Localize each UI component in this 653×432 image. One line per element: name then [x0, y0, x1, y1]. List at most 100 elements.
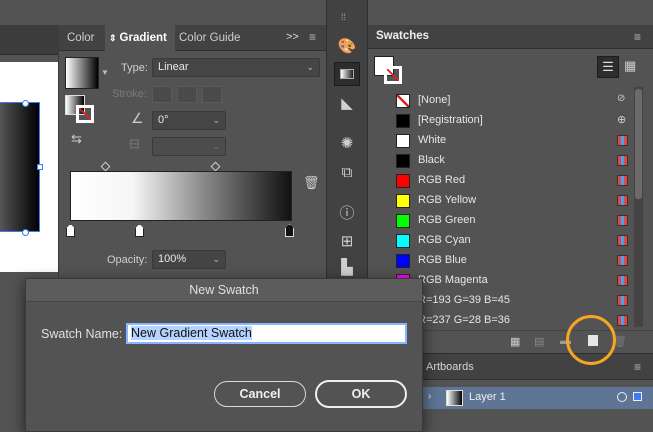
gradient-slider[interactable]: [70, 171, 292, 221]
swatches-header: Swatches ≡: [368, 25, 653, 49]
swatch-row[interactable]: RGB Green: [374, 211, 632, 231]
color-type-icon: [617, 235, 628, 246]
palette-icon[interactable]: 🎨: [334, 34, 360, 58]
angle-value: 0°: [158, 114, 169, 126]
stroke-none-indicator[interactable]: [76, 105, 94, 123]
highlight-circle: [566, 315, 616, 365]
swatch-label: RGB Blue: [418, 254, 467, 266]
color-type-icon: [617, 175, 628, 186]
chevron-right-icon[interactable]: ›: [428, 391, 431, 402]
transform-icon[interactable]: ⧉: [334, 160, 360, 184]
swatch-row[interactable]: RGB Red: [374, 171, 632, 191]
document-tab-strip: [0, 25, 58, 55]
target-icon[interactable]: [617, 392, 627, 402]
color-type-icon: [617, 255, 628, 266]
swatch-label: RGB Yellow: [418, 194, 477, 206]
swatch-row[interactable]: Black: [374, 151, 632, 171]
panel-overflow-icon[interactable]: >>: [286, 31, 299, 43]
color-type-icon: [617, 275, 628, 286]
panel-menu-icon[interactable]: ≡: [634, 360, 641, 374]
selection-indicator[interactable]: [633, 392, 642, 401]
swatch-row[interactable]: [Registration] ⊕: [374, 111, 632, 131]
swatch-row[interactable]: [None] ⊘: [374, 91, 632, 111]
trash-icon[interactable]: 🗑: [303, 175, 320, 191]
align-icon[interactable]: ▙: [334, 255, 360, 279]
swatch-chip: [396, 174, 410, 188]
swatch-row[interactable]: RGB Cyan: [374, 231, 632, 251]
swatch-library-icon[interactable]: ▦: [510, 335, 520, 348]
bounding-handle[interactable]: [37, 164, 43, 170]
opacity-value: 100%: [158, 253, 187, 265]
list-view-icon[interactable]: ☰: [597, 56, 619, 78]
tab-color[interactable]: Color: [59, 25, 102, 51]
swatch-label: R=237 G=28 B=36: [418, 314, 511, 326]
stroke-none-indicator[interactable]: [384, 66, 402, 84]
midpoint-diamond[interactable]: [100, 161, 111, 172]
swatch-chip: [396, 134, 410, 148]
gradient-rectangle[interactable]: [0, 102, 40, 232]
gradient-stop[interactable]: [135, 224, 144, 237]
stroke-within-icon[interactable]: [152, 86, 172, 103]
swatch-chip: [396, 114, 410, 128]
swatch-name-input[interactable]: New Gradient Swatch: [126, 323, 407, 344]
bounding-handle[interactable]: [22, 100, 29, 107]
swatch-label: RGB Green: [418, 214, 476, 226]
chevron-updown-icon: ⇕: [109, 33, 117, 43]
grid-view-icon[interactable]: ▦: [624, 58, 636, 74]
swatch-chip: [396, 194, 410, 208]
swatch-row[interactable]: RGB Yellow: [374, 191, 632, 211]
angle-field[interactable]: 0° ⌄: [152, 111, 226, 130]
scrollbar[interactable]: [634, 87, 643, 327]
swatch-label: [Registration]: [418, 114, 483, 126]
swatch-label: R=193 G=39 B=45: [418, 294, 511, 306]
stroke-along-icon[interactable]: [177, 86, 197, 103]
appearance-icon[interactable]: ✺: [334, 131, 360, 155]
swatch-chip: [396, 94, 410, 108]
swatch-label: [None]: [418, 94, 451, 106]
stroke-across-icon[interactable]: [202, 86, 222, 103]
swatch-name-label: Swatch Name:: [41, 327, 123, 341]
swatch-row[interactable]: RGB Blue: [374, 251, 632, 271]
swatch-row[interactable]: White: [374, 131, 632, 151]
tab-artboards[interactable]: Artboards: [426, 361, 474, 373]
gradient-type-select[interactable]: Linear ⌄: [152, 58, 320, 77]
chevron-down-icon[interactable]: ▼: [101, 68, 109, 77]
gradient-preview[interactable]: [65, 57, 99, 89]
angle-icon: ∠: [131, 110, 144, 126]
swatch-label: White: [418, 134, 447, 146]
swatch-chip: [396, 214, 410, 228]
gradient-tool-icon[interactable]: [334, 62, 360, 86]
scrollbar-thumb[interactable]: [635, 89, 642, 199]
color-type-icon: [617, 155, 628, 166]
tab-color-guide[interactable]: Color Guide: [171, 25, 248, 51]
midpoint-diamond[interactable]: [210, 161, 221, 172]
swatch-kind-icon[interactable]: ▤: [534, 335, 544, 348]
swatch-chip: [396, 154, 410, 168]
layer-row[interactable]: › Layer 1: [420, 387, 653, 409]
swatches-title: Swatches: [376, 30, 430, 42]
grip-icon[interactable]: ⁞⁞: [341, 12, 346, 22]
cancel-button[interactable]: Cancel: [214, 381, 306, 407]
info-icon[interactable]: ⓘ: [334, 200, 360, 224]
reverse-gradient-icon[interactable]: ⇆: [71, 131, 82, 147]
chevron-down-icon: ⌄: [306, 62, 314, 72]
color-type-icon: [617, 295, 628, 306]
gradient-stop[interactable]: [285, 224, 294, 237]
gradient-stop[interactable]: [66, 224, 75, 237]
panel-menu-icon[interactable]: ≡: [634, 30, 641, 44]
panel-menu-icon[interactable]: ≡: [309, 30, 316, 44]
artboard-icon[interactable]: ⊞: [334, 229, 360, 253]
tab-gradient[interactable]: ⇕ Gradient: [105, 25, 175, 51]
opacity-field[interactable]: 100% ⌄: [152, 250, 226, 269]
aspect-ratio-field[interactable]: ⌄: [152, 137, 226, 156]
color-type-icon: [617, 135, 628, 146]
bounding-handle[interactable]: [22, 229, 29, 236]
ok-button[interactable]: OK: [315, 380, 407, 408]
transparency-icon[interactable]: ◣: [334, 91, 360, 115]
color-type-icon: [617, 315, 628, 326]
chevron-down-icon: ⌄: [212, 141, 220, 151]
panel-tabs: Color ⇕ Gradient Color Guide >> ≡: [59, 25, 327, 51]
chevron-down-icon: ⌄: [212, 254, 220, 264]
swatch-name-value: New Gradient Swatch: [131, 326, 252, 340]
stroke-label: Stroke:: [112, 88, 147, 100]
